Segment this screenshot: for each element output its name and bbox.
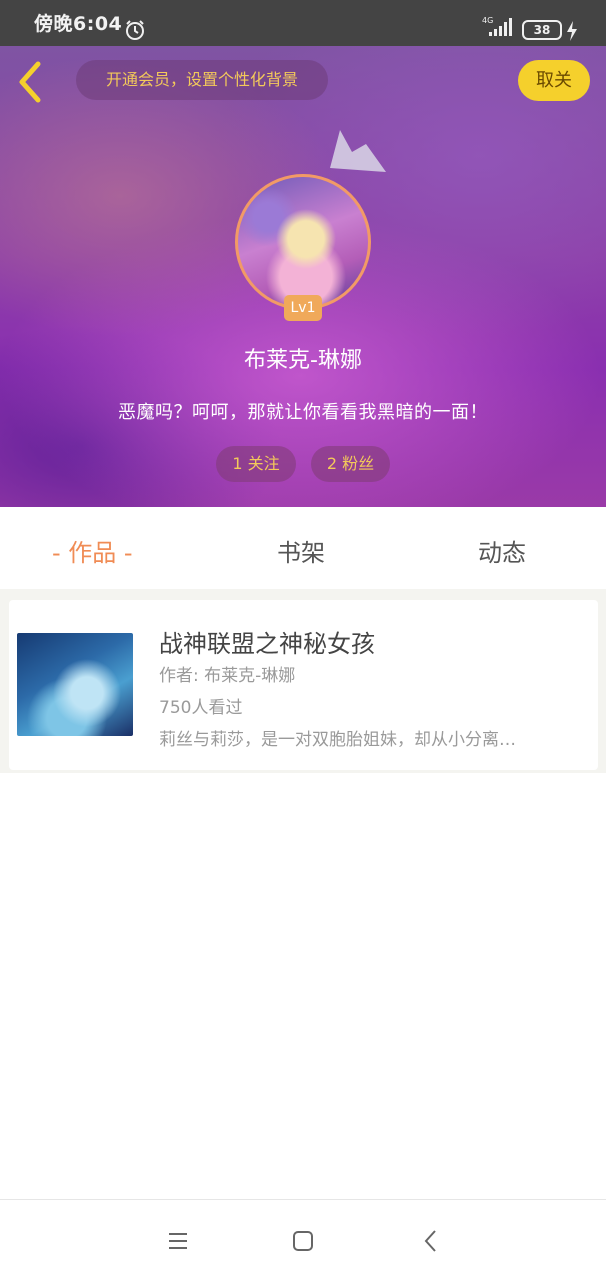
book-cover-image[interactable] <box>17 633 133 736</box>
menu-icon[interactable] <box>165 1228 191 1254</box>
back-chevron-icon[interactable] <box>16 60 46 104</box>
book-author: 作者: 布莱克-琳娜 <box>159 666 296 686</box>
book-title[interactable]: 战神联盟之神秘女孩 <box>159 624 375 659</box>
avatar[interactable] <box>235 174 371 310</box>
username: 布莱克-琳娜 <box>244 348 362 373</box>
works-list: 战神联盟之神秘女孩 作者: 布莱克-琳娜 750人看过 莉丝与莉莎，是一对双胞胎… <box>0 589 606 773</box>
status-bar: 傍晚6:04 4G 38 <box>0 0 606 46</box>
following-count[interactable]: 1 关注 <box>216 446 296 482</box>
vip-background-prompt[interactable]: 开通会员，设置个性化背景 <box>76 60 328 100</box>
profile-header: 开通会员，设置个性化背景 取关 Lv1 布莱克-琳娜 恶魔吗？呵呵，那就让你看看… <box>0 46 606 507</box>
home-square-icon[interactable] <box>290 1228 316 1254</box>
status-time: 傍晚6:04 <box>34 13 123 35</box>
level-badge: Lv1 <box>284 295 322 321</box>
system-nav-bar <box>0 1199 606 1280</box>
unfollow-button[interactable]: 取关 <box>518 60 590 101</box>
fans-count[interactable]: 2 粉丝 <box>311 446 390 482</box>
battery-level: 38 <box>533 23 551 37</box>
book-views: 750人看过 <box>159 698 243 718</box>
book-description: 莉丝与莉莎，是一对双胞胎姐妹，却从小分离… <box>159 730 516 750</box>
profile-tabs: - 作品 - 书架 动态 <box>0 507 606 589</box>
tab-activity[interactable]: 动态 <box>478 533 526 568</box>
avatar-image <box>235 174 371 310</box>
alarm-clock-icon <box>126 20 144 40</box>
charging-bolt-icon <box>567 21 577 41</box>
signal-icon: 4G <box>481 14 515 38</box>
back-triangle-icon[interactable] <box>418 1228 444 1254</box>
tab-works[interactable]: - 作品 - <box>52 533 133 568</box>
book-card[interactable]: 战神联盟之神秘女孩 作者: 布莱克-琳娜 750人看过 莉丝与莉莎，是一对双胞胎… <box>9 600 598 770</box>
battery-indicator: 38 <box>522 20 562 40</box>
tab-bookshelf[interactable]: 书架 <box>277 533 325 568</box>
user-bio: 恶魔吗？呵呵，那就让你看看我黑暗的一面！ <box>118 402 488 423</box>
network-type: 4G <box>482 16 493 25</box>
